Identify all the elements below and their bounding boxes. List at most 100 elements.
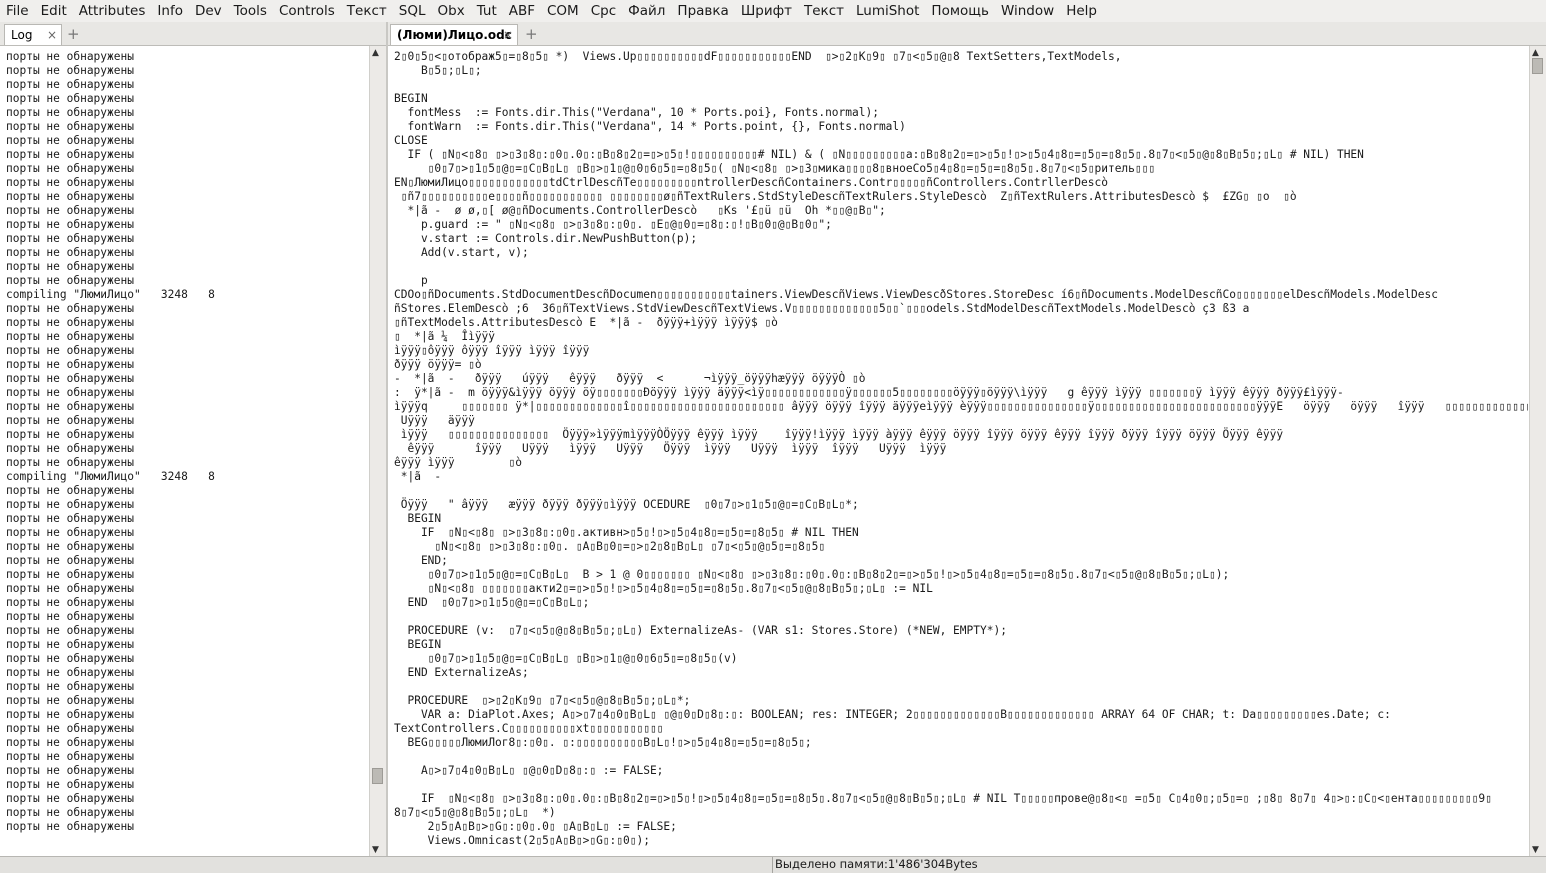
editor-tab-bar: (Люми)Лицо.odc × +: [388, 22, 1546, 46]
log-line: порты не обнаружены: [6, 358, 134, 371]
editor-line: END;: [394, 554, 448, 567]
menu-5[interactable]: Tools: [228, 0, 273, 22]
editor-text[interactable]: 2▯0▯5▯<▯отображ5▯=▯8▯5▯ *) Views.Up▯▯▯▯▯…: [388, 46, 1528, 857]
memory-status: Выделено памяти:1'486'304Bytes: [772, 857, 978, 873]
log-line: порты не обнаружены: [6, 652, 134, 665]
menu-1[interactable]: Edit: [35, 0, 73, 22]
tab-document[interactable]: (Люми)Лицо.odc ×: [390, 24, 518, 45]
editor-line: PROCEDURE ▯>▯2▯K▯9▯ ▯7▯<▯5▯@▯8▯B▯5▯;▯L▯*…: [394, 694, 691, 707]
log-scrollbar[interactable]: ▲ ▼: [369, 46, 386, 857]
log-line: порты не обнаружены: [6, 120, 134, 133]
log-line: порты не обнаружены: [6, 176, 134, 189]
log-line: порты не обнаружены: [6, 64, 134, 77]
menu-4[interactable]: Dev: [189, 0, 228, 22]
log-line: порты не обнаружены: [6, 218, 134, 231]
log-tab-bar: Log × +: [0, 22, 386, 46]
menu-8[interactable]: SQL: [393, 0, 432, 22]
add-tab-icon[interactable]: +: [525, 24, 538, 44]
scroll-down-arrow-icon[interactable]: ▼: [372, 845, 379, 855]
editor-line: v.start := Controls.dir.NewPushButton(p)…: [394, 232, 698, 245]
menu-13[interactable]: Срс: [585, 0, 622, 22]
editor-line: VAR a: DiaPlot.Axes; A▯>▯7▯4▯0▯B▯L▯ ▯@▯0…: [394, 708, 1391, 721]
log-line: порты не обнаружены: [6, 414, 134, 427]
editor-line: A▯>▯7▯4▯0▯B▯L▯ ▯@▯0▯D▯8▯:▯ := FALSE;: [394, 764, 664, 777]
log-line: порты не обнаружены: [6, 78, 134, 91]
editor-line: CLOSE: [394, 134, 428, 147]
log-line: compiling "ЛюмиЛицо" 3248 8: [6, 288, 215, 301]
log-line: порты не обнаружены: [6, 106, 134, 119]
editor-line: *|ã - ø ø,▯[ ø@▯ñDocuments.ControllerDes…: [394, 204, 886, 217]
log-line: порты не обнаружены: [6, 442, 134, 455]
menu-12[interactable]: COM: [541, 0, 585, 22]
menu-20[interactable]: Window: [995, 0, 1060, 22]
menu-19[interactable]: Помощь: [925, 0, 995, 22]
log-line: порты не обнаружены: [6, 148, 134, 161]
menu-17[interactable]: Текст: [798, 0, 850, 22]
editor-scrollbar[interactable]: ▲ ▼: [1529, 46, 1546, 857]
log-line: порты не обнаружены: [6, 582, 134, 595]
log-line: порты не обнаружены: [6, 92, 134, 105]
editor-line: ▯ñTextModels.AttributesDescò E *|ã - ðÿÿ…: [394, 316, 778, 329]
log-line: порты не обнаружены: [6, 680, 134, 693]
editor-scroll-thumb[interactable]: [1532, 58, 1543, 74]
log-line: порты не обнаружены: [6, 400, 134, 413]
menu-9[interactable]: Obx: [432, 0, 471, 22]
menu-21[interactable]: Help: [1060, 0, 1103, 22]
log-line: порты не обнаружены: [6, 190, 134, 203]
editor-line: ▯0▯7▯>▯1▯5▯@▯=▯C▯B▯L▯ B > 1 @ 0▯▯▯▯▯▯▯ ▯…: [394, 568, 1230, 581]
editor-line: Add(v.start, v);: [394, 246, 529, 259]
menu-2[interactable]: Attributes: [73, 0, 152, 22]
scroll-up-arrow-icon[interactable]: ▲: [1532, 48, 1539, 58]
menu-6[interactable]: Controls: [273, 0, 341, 22]
editor-line: CDOo▯ñDocuments.StdDocumentDescñDocumen▯…: [394, 288, 1438, 301]
log-line: порты не обнаружены: [6, 750, 134, 763]
log-line: порты не обнаружены: [6, 624, 134, 637]
editor-line: ▯0▯7▯>▯1▯5▯@▯=▯C▯B▯L▯ ▯B▯>▯1▯@▯0▯6▯5▯=▯8…: [394, 162, 1156, 175]
close-icon[interactable]: ×: [47, 25, 57, 45]
menu-14[interactable]: Файл: [622, 0, 671, 22]
log-line: порты не обнаружены: [6, 456, 134, 469]
editor-line: fontWarn := Fonts.dir.This("Verdana", 14…: [394, 120, 906, 133]
menu-15[interactable]: Правка: [671, 0, 734, 22]
log-line: порты не обнаружены: [6, 708, 134, 721]
tab-log[interactable]: Log ×: [4, 24, 62, 45]
menu-10[interactable]: Tut: [471, 0, 503, 22]
menu-0[interactable]: File: [0, 0, 35, 22]
log-line: порты не обнаружены: [6, 498, 134, 511]
menu-bar: File Edit Attributes Info Dev Tools Controls Те…: [0, 0, 1546, 22]
editor-line: p.guard := " ▯N▯<▯8▯ ▯>▯3▯8▯:▯0▯. ▯E▯@▯0…: [394, 218, 832, 231]
log-line: порты не обнаружены: [6, 232, 134, 245]
scroll-down-arrow-icon[interactable]: ▼: [1532, 845, 1539, 855]
menu-18[interactable]: LumiShot: [850, 0, 925, 22]
editor-line: IF ▯N▯<▯8▯ ▯>▯3▯8▯:▯0▯.активн>▯5▯!▯>▯5▯4…: [394, 526, 859, 539]
log-line: порты не обнаружены: [6, 274, 134, 287]
log-scroll-thumb[interactable]: [372, 768, 383, 784]
editor-line: BEGIN: [394, 512, 442, 525]
menu-7[interactable]: Текст: [341, 0, 393, 22]
editor-line: EN▯ЛюмиЛицо▯▯▯▯▯▯▯▯▯▯▯▯tdCtrlDescñTe▯▯▯▯…: [394, 176, 1108, 189]
menu-16[interactable]: Шрифт: [735, 0, 798, 22]
editor-line: BEG▯▯▯▯▯ЛюмиЛог8▯:▯0▯. ▯:▯▯▯▯▯▯▯▯▯▯B▯L▯!…: [394, 736, 812, 749]
log-text[interactable]: порты не обнаружены порты не обнаружены по…: [0, 46, 368, 857]
log-line: compiling "ЛюмиЛицо" 3248 8: [6, 470, 215, 483]
editor-line: ìÿÿÿq ▯▯▯▯▯▯▯ ÿ*|▯▯▯▯▯▯▯▯▯▯▯▯▯î▯▯▯▯▯▯▯▯▯…: [394, 400, 1528, 413]
editor-line: êÿÿÿ ìÿÿÿ ▯ò: [394, 456, 522, 469]
log-line: порты не обнаружены: [6, 484, 134, 497]
log-line: порты не обнаружены: [6, 512, 134, 525]
log-line: порты не обнаружены: [6, 638, 134, 651]
menu-11[interactable]: ABF: [503, 0, 541, 22]
log-line: порты не обнаружены: [6, 50, 134, 63]
log-line: порты не обнаружены: [6, 204, 134, 217]
scroll-up-arrow-icon[interactable]: ▲: [372, 48, 379, 58]
log-line: порты не обнаружены: [6, 792, 134, 805]
editor-line: ñStores.ElemDescò ;6 36▯ñTextViews.StdVi…: [394, 302, 1250, 315]
close-icon[interactable]: ×: [503, 25, 513, 45]
menu-3[interactable]: Info: [151, 0, 189, 22]
add-tab-icon[interactable]: +: [67, 24, 80, 44]
editor-line: END ExternalizeAs;: [394, 666, 529, 679]
